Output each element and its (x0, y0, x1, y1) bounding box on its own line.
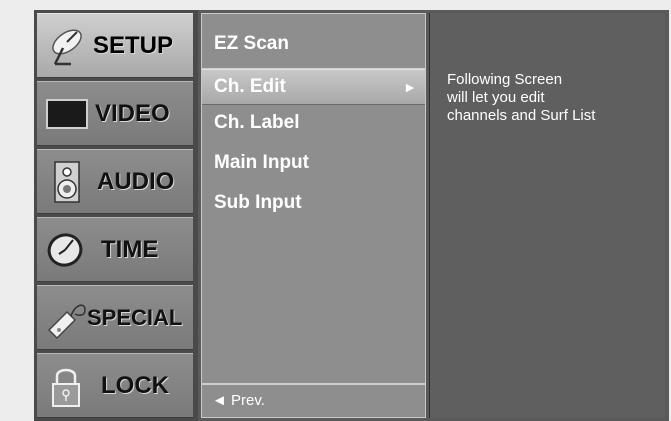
category-label: SPECIAL (87, 305, 183, 330)
satellite-dish-icon (52, 29, 82, 66)
menu-item-label: Ch. Edit (214, 76, 286, 97)
category-special[interactable]: SPECIAL (37, 285, 193, 350)
monitor-icon (46, 99, 88, 129)
menu-item-label: Main Input (214, 152, 309, 173)
category-label: TIME (101, 236, 159, 263)
category-lock[interactable]: LOCK (37, 353, 193, 418)
setup-submenu: EZ Scan Ch. Edit ► Ch. Label Main Input … (201, 13, 426, 418)
menu-item-label: EZ Scan (214, 33, 289, 54)
help-text-line: Following Screen (447, 71, 563, 88)
category-audio[interactable]: AUDIO (37, 149, 193, 214)
tag-key-icon (47, 304, 86, 340)
category-video[interactable]: VIDEO (37, 81, 193, 146)
menu-item-ch-label[interactable]: Ch. Label (202, 105, 425, 141)
menu-item-label: Sub Input (214, 192, 302, 213)
category-label: AUDIO (97, 168, 175, 195)
submenu-arrow-icon: ► (403, 79, 417, 95)
category-label: VIDEO (95, 100, 170, 127)
help-text: Following Screen will let you edit chann… (447, 71, 652, 125)
padlock-icon (52, 368, 80, 407)
tv-setup-menu: SETUP VIDEO AUDIO TIME SPECIAL LOCK EZ S… (34, 10, 669, 421)
menu-item-sub-input[interactable]: Sub Input (202, 185, 425, 221)
category-label: SETUP (93, 32, 174, 59)
prev-button[interactable]: ◄ Prev. (202, 383, 425, 417)
menu-item-main-input[interactable]: Main Input (202, 145, 425, 181)
menu-item-ch-edit[interactable]: Ch. Edit ► (202, 69, 425, 105)
category-time[interactable]: TIME (37, 217, 193, 282)
category-setup[interactable]: SETUP (37, 13, 193, 78)
help-text-line: will let you edit (447, 89, 545, 106)
help-panel: Following Screen will let you edit chann… (429, 13, 665, 418)
category-label: LOCK (101, 372, 169, 399)
menu-item-ez-scan[interactable]: EZ Scan (202, 26, 425, 62)
help-text-line: channels and Surf List (447, 107, 596, 124)
menu-item-label: Ch. Label (214, 112, 300, 133)
speaker-icon (54, 161, 80, 203)
clock-icon (47, 233, 83, 267)
category-sidebar: SETUP VIDEO AUDIO TIME SPECIAL LOCK (34, 10, 198, 421)
